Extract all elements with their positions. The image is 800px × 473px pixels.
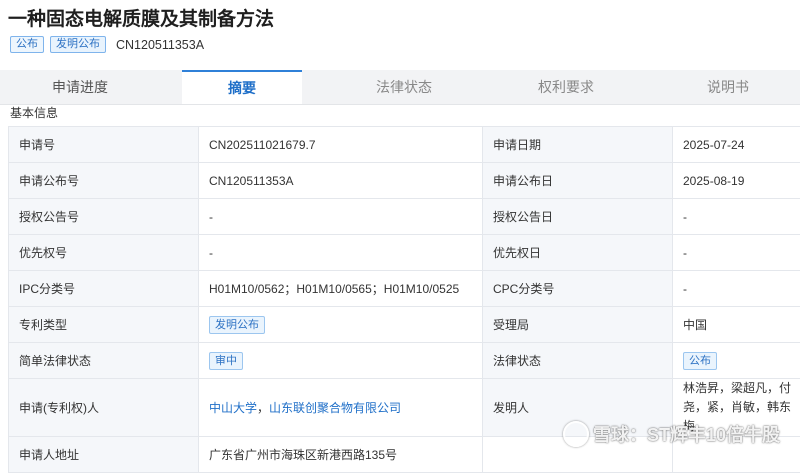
label-priority-number: 优先权号 bbox=[9, 235, 199, 271]
table-row: 申请号 CN202511021679.7 申请日期 2025-07-24 bbox=[9, 127, 800, 163]
value-applicant: 中山大学，山东联创聚合物有限公司 bbox=[199, 379, 483, 437]
label-applicant-address: 申请人地址 bbox=[9, 437, 199, 473]
label-grant-date: 授权公告日 bbox=[483, 199, 673, 235]
label-patent-type: 专利类型 bbox=[9, 307, 199, 343]
table-row: 申请公布号 CN120511353A 申请公布日 2025-08-19 bbox=[9, 163, 800, 199]
label-grant-number: 授权公告号 bbox=[9, 199, 199, 235]
watermark-text: 雪球：ST辉丰10倍牛股 bbox=[593, 421, 780, 447]
label-cpc-class: CPC分类号 bbox=[483, 271, 673, 307]
label-publication-number: 申请公布号 bbox=[9, 163, 199, 199]
value-cpc-class: - bbox=[673, 271, 800, 307]
value-publication-number: CN120511353A bbox=[199, 163, 483, 199]
label-ipc-class: IPC分类号 bbox=[9, 271, 199, 307]
label-application-number: 申请号 bbox=[9, 127, 199, 163]
value-receiving-office: 中国 bbox=[673, 307, 800, 343]
label-receiving-office: 受理局 bbox=[483, 307, 673, 343]
status-badge-invention-publication: 发明公布 bbox=[50, 36, 106, 53]
table-row: 专利类型 发明公布 受理局 中国 bbox=[9, 307, 800, 343]
tab-abstract[interactable]: 摘要 bbox=[182, 70, 302, 104]
tab-description[interactable]: 说明书 bbox=[668, 70, 788, 104]
label-legal-status: 法律状态 bbox=[483, 343, 673, 379]
value-application-date: 2025-07-24 bbox=[673, 127, 800, 163]
label-priority-date: 优先权日 bbox=[483, 235, 673, 271]
publication-number: CN120511353A bbox=[116, 38, 204, 52]
value-application-number: CN202511021679.7 bbox=[199, 127, 483, 163]
applicant-link-lianchuang[interactable]: 山东联创聚合物有限公司 bbox=[269, 401, 401, 415]
watermark: 雪球：ST辉丰10倍牛股 bbox=[563, 421, 780, 447]
snowball-logo-icon bbox=[563, 421, 589, 447]
table-row: 优先权号 - 优先权日 - bbox=[9, 235, 800, 271]
tab-legal-status[interactable]: 法律状态 bbox=[344, 70, 464, 104]
tab-application-progress[interactable]: 申请进度 bbox=[20, 70, 140, 104]
value-grant-date: - bbox=[673, 199, 800, 235]
tab-bar: 申请进度 摘要 法律状态 权利要求 说明书 bbox=[0, 70, 800, 105]
status-tags: 公布 发明公布 CN120511353A bbox=[10, 36, 204, 53]
label-simple-legal-status: 简单法律状态 bbox=[9, 343, 199, 379]
value-priority-number: - bbox=[199, 235, 483, 271]
status-badge-published: 公布 bbox=[10, 36, 44, 53]
label-application-date: 申请日期 bbox=[483, 127, 673, 163]
patent-type-badge: 发明公布 bbox=[209, 316, 265, 334]
applicant-link-sysu[interactable]: 中山大学 bbox=[209, 401, 257, 415]
page-title: 一种固态电解质膜及其制备方法 bbox=[8, 4, 274, 31]
value-publication-date: 2025-08-19 bbox=[673, 163, 800, 199]
simple-legal-status-badge: 审中 bbox=[209, 352, 243, 370]
table-row: 授权公告号 - 授权公告日 - bbox=[9, 199, 800, 235]
applicant-separator: ， bbox=[257, 401, 269, 415]
section-title-basic-info: 基本信息 bbox=[10, 104, 58, 121]
table-row: IPC分类号 H01M10/0562；H01M10/0565；H01M10/05… bbox=[9, 271, 800, 307]
value-ipc-class: H01M10/0562；H01M10/0565；H01M10/0525 bbox=[199, 271, 483, 307]
value-priority-date: - bbox=[673, 235, 800, 271]
value-applicant-address: 广东省广州市海珠区新港西路135号 bbox=[199, 437, 483, 473]
legal-status-badge: 公布 bbox=[683, 352, 717, 370]
value-legal-status: 公布 bbox=[673, 343, 800, 379]
value-simple-legal-status: 审中 bbox=[199, 343, 483, 379]
label-applicant: 申请(专利权)人 bbox=[9, 379, 199, 437]
tab-claims[interactable]: 权利要求 bbox=[506, 70, 626, 104]
value-patent-type: 发明公布 bbox=[199, 307, 483, 343]
table-row: 简单法律状态 审中 法律状态 公布 bbox=[9, 343, 800, 379]
label-publication-date: 申请公布日 bbox=[483, 163, 673, 199]
value-grant-number: - bbox=[199, 199, 483, 235]
